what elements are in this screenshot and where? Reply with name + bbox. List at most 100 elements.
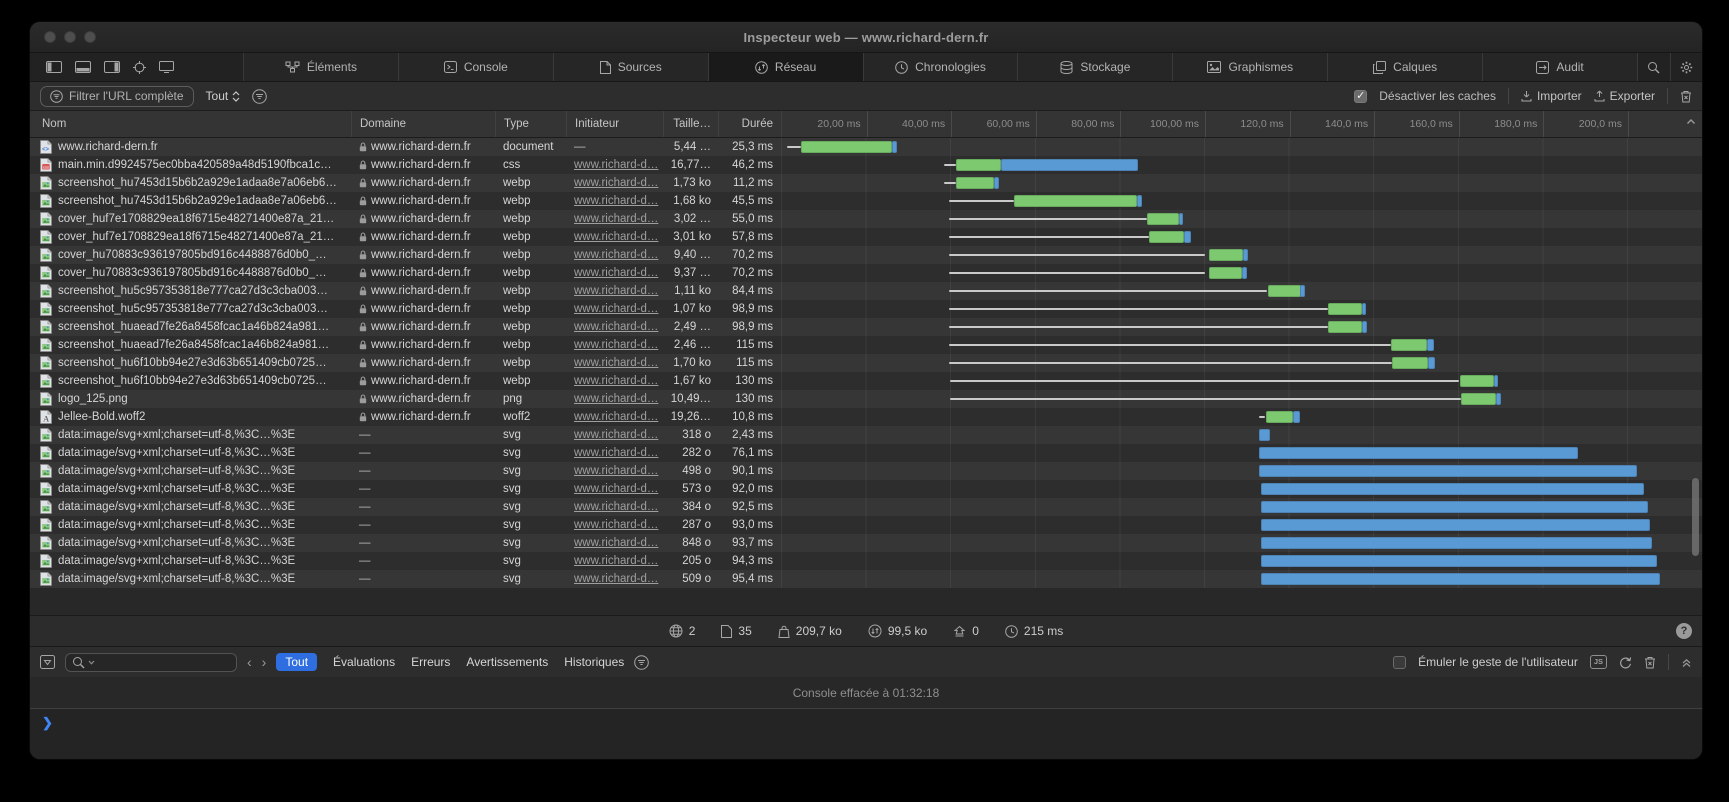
console-filter-historiques[interactable]: Historiques bbox=[564, 655, 624, 669]
waterfall-response-bar[interactable] bbox=[1427, 339, 1434, 351]
waterfall-response-bar[interactable] bbox=[1496, 393, 1501, 405]
table-row[interactable]: data:image/svg+xml;charset=utf-8,%3C…%3E… bbox=[30, 462, 1702, 480]
tab-chronologies[interactable]: Chronologies bbox=[864, 53, 1019, 81]
console-search-input[interactable] bbox=[65, 653, 237, 672]
table-row[interactable]: data:image/svg+xml;charset=utf-8,%3C…%3E… bbox=[30, 426, 1702, 444]
tab-sources[interactable]: Sources bbox=[554, 53, 709, 81]
tab-calques[interactable]: Calques bbox=[1328, 53, 1483, 81]
emulate-user-gesture-checkbox[interactable] bbox=[1393, 656, 1406, 669]
initiator-link[interactable]: www.richard-d… bbox=[574, 249, 658, 261]
column-header-initiateur[interactable]: Initiateur bbox=[566, 111, 663, 137]
waterfall-response-bar[interactable] bbox=[1494, 375, 1499, 387]
table-row[interactable]: screenshot_huaead7fe26a8458fcac1a46b824a… bbox=[30, 336, 1702, 354]
next-result-button[interactable]: › bbox=[262, 654, 267, 670]
waterfall-response-bar[interactable] bbox=[1293, 411, 1300, 423]
initiator-link[interactable]: www.richard-d… bbox=[574, 483, 658, 495]
table-row[interactable]: screenshot_hu6f10bb94e27e3d63b651409cb07… bbox=[30, 372, 1702, 390]
waterfall-request-bar[interactable] bbox=[1147, 213, 1179, 225]
table-row[interactable]: screenshot_hu7453d15b6b2a929e1adaa8e7a06… bbox=[30, 192, 1702, 210]
column-header-type[interactable]: Type bbox=[495, 111, 566, 137]
initiator-link[interactable]: www.richard-d… bbox=[574, 573, 658, 585]
clear-console-trash-icon[interactable] bbox=[1644, 656, 1656, 669]
collapse-console-chevrons-icon[interactable] bbox=[1681, 657, 1692, 668]
minimize-window-button[interactable] bbox=[64, 31, 76, 43]
waterfall-response-bar[interactable] bbox=[1184, 231, 1191, 243]
waterfall-request-bar[interactable] bbox=[1392, 357, 1428, 369]
waterfall-response-bar[interactable] bbox=[1428, 357, 1435, 369]
waterfall-wait-line[interactable] bbox=[949, 326, 1328, 328]
waterfall-wait-line[interactable] bbox=[950, 380, 1459, 382]
waterfall-wait-line[interactable] bbox=[787, 146, 801, 148]
initiator-link[interactable]: www.richard-d… bbox=[574, 519, 658, 531]
console-funnel-icon[interactable] bbox=[634, 655, 649, 670]
waterfall-response-bar[interactable] bbox=[1243, 249, 1248, 261]
initiator-link[interactable]: www.richard-d… bbox=[574, 303, 658, 315]
filter-funnel-circle-icon[interactable] bbox=[252, 89, 267, 104]
waterfall-wait-line[interactable] bbox=[1259, 416, 1266, 418]
waterfall-request-bar[interactable] bbox=[956, 159, 1002, 171]
previous-result-button[interactable]: ‹ bbox=[247, 654, 252, 670]
column-header-duree[interactable]: Durée bbox=[718, 111, 781, 137]
waterfall-response-bar[interactable] bbox=[1261, 555, 1657, 567]
waterfall-wait-line[interactable] bbox=[949, 200, 1014, 202]
waterfall-request-bar[interactable] bbox=[1209, 249, 1244, 261]
table-row[interactable]: screenshot_hu5c957353818e777ca27d3c3cba0… bbox=[30, 300, 1702, 318]
table-row[interactable]: data:image/svg+xml;charset=utf-8,%3C…%3E… bbox=[30, 444, 1702, 462]
close-window-button[interactable] bbox=[44, 31, 56, 43]
console-filter-evaluations[interactable]: Évaluations bbox=[333, 655, 395, 669]
table-row[interactable]: cover_hu70883c936197805bd916c4488876d0b0… bbox=[30, 246, 1702, 264]
console-filter-tout[interactable]: Tout bbox=[276, 653, 317, 671]
disable-caches-checkbox[interactable]: ✓ bbox=[1354, 90, 1367, 103]
tab-graphismes[interactable]: Graphismes bbox=[1173, 53, 1328, 81]
waterfall-wait-line[interactable] bbox=[949, 218, 1147, 220]
tab-reseau[interactable]: Réseau bbox=[709, 53, 864, 81]
console-scope-icon[interactable] bbox=[40, 655, 55, 669]
waterfall-response-bar[interactable] bbox=[1259, 465, 1637, 477]
initiator-link[interactable]: www.richard-d… bbox=[574, 393, 658, 405]
help-icon[interactable]: ? bbox=[1676, 623, 1692, 639]
initiator-link[interactable]: www.richard-d… bbox=[574, 177, 658, 189]
waterfall-response-bar[interactable] bbox=[1261, 519, 1650, 531]
dock-right-icon[interactable] bbox=[104, 61, 120, 73]
device-icon[interactable] bbox=[159, 61, 174, 73]
waterfall-wait-line[interactable] bbox=[949, 308, 1328, 310]
table-row[interactable]: cover_huf7e1708829ea18f6715e48271400e87a… bbox=[30, 210, 1702, 228]
waterfall-request-bar[interactable] bbox=[1014, 195, 1137, 207]
initiator-link[interactable]: www.richard-d… bbox=[574, 213, 658, 225]
waterfall-response-bar[interactable] bbox=[1137, 195, 1142, 207]
table-row[interactable]: cssmain.min.d9924575ec0bba420589a48d5190… bbox=[30, 156, 1702, 174]
initiator-link[interactable]: www.richard-d… bbox=[574, 411, 658, 423]
initiator-link[interactable]: www.richard-d… bbox=[574, 159, 658, 171]
waterfall-wait-line[interactable] bbox=[949, 272, 1205, 274]
waterfall-response-bar[interactable] bbox=[1242, 267, 1247, 279]
waterfall-request-bar[interactable] bbox=[1328, 321, 1361, 333]
initiator-link[interactable]: www.richard-d… bbox=[574, 447, 658, 459]
waterfall-request-bar[interactable] bbox=[1461, 393, 1496, 405]
dock-left-icon[interactable] bbox=[46, 61, 62, 73]
waterfall-request-bar[interactable] bbox=[1209, 267, 1242, 279]
table-row[interactable]: screenshot_hu6f10bb94e27e3d63b651409cb07… bbox=[30, 354, 1702, 372]
import-button[interactable]: Importer bbox=[1521, 89, 1582, 103]
waterfall-response-bar[interactable] bbox=[1179, 213, 1183, 225]
export-button[interactable]: Exporter bbox=[1594, 89, 1655, 103]
waterfall-response-bar[interactable] bbox=[1261, 537, 1652, 549]
waterfall-wait-line[interactable] bbox=[949, 236, 1149, 238]
waterfall-request-bar[interactable] bbox=[1391, 339, 1427, 351]
console-prompt[interactable]: ❯ bbox=[30, 709, 1702, 759]
waterfall-request-bar[interactable] bbox=[1149, 231, 1184, 243]
table-row[interactable]: logo_125.pngwww.richard-dern.frpngwww.ri… bbox=[30, 390, 1702, 408]
waterfall-wait-line[interactable] bbox=[944, 164, 956, 166]
initiator-link[interactable]: www.richard-d… bbox=[574, 267, 658, 279]
url-filter-input[interactable]: Filtrer l'URL complète bbox=[40, 86, 194, 107]
settings-button[interactable] bbox=[1671, 53, 1702, 81]
table-row[interactable]: data:image/svg+xml;charset=utf-8,%3C…%3E… bbox=[30, 552, 1702, 570]
table-row[interactable]: data:image/svg+xml;charset=utf-8,%3C…%3E… bbox=[30, 516, 1702, 534]
traffic-lights[interactable] bbox=[44, 31, 96, 43]
clear-network-trash-icon[interactable] bbox=[1680, 90, 1692, 103]
waterfall-response-bar[interactable] bbox=[1001, 159, 1138, 171]
waterfall-response-bar[interactable] bbox=[1261, 483, 1644, 495]
waterfall-response-bar[interactable] bbox=[994, 177, 999, 189]
initiator-link[interactable]: www.richard-d… bbox=[574, 195, 658, 207]
initiator-link[interactable]: www.richard-d… bbox=[574, 375, 658, 387]
table-row[interactable]: screenshot_huaead7fe26a8458fcac1a46b824a… bbox=[30, 318, 1702, 336]
